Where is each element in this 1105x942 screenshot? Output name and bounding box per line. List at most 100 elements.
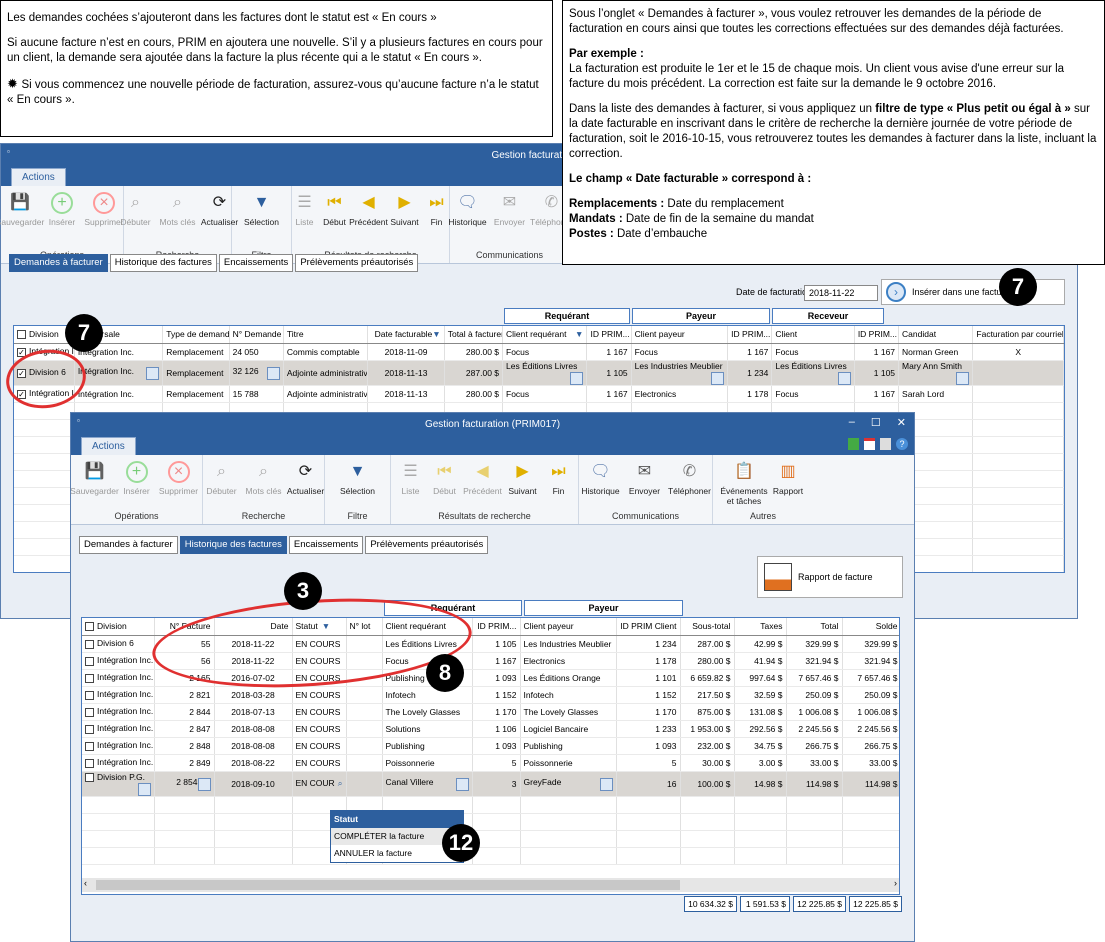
previous-button[interactable]: ◀ Précédent	[349, 192, 388, 244]
column-header[interactable]: Total à facturer	[444, 326, 504, 344]
maximize-icon[interactable]: ☐	[871, 416, 881, 429]
filter-icon[interactable]: ▼	[432, 329, 440, 339]
table-row[interactable]: Division P.G. 2 854 2018-09-10 EN COUR ⌕ Cana…	[82, 771, 899, 797]
help-icon[interactable]: ?	[896, 438, 908, 450]
row-checkbox[interactable]	[85, 690, 94, 700]
tab-requests[interactable]: Demandes à facturer	[79, 536, 178, 554]
column-header[interactable]: ID PRIM...	[586, 326, 632, 344]
tab-preauthorized[interactable]: Prélèvements préautorisés	[365, 536, 489, 554]
row-checkbox[interactable]	[85, 741, 94, 751]
column-header[interactable]: Taxes	[734, 618, 787, 636]
start-search-button[interactable]: ⌕ Débuter	[202, 461, 242, 513]
lookup-icon[interactable]	[570, 371, 584, 384]
lookup-icon[interactable]	[711, 371, 725, 384]
column-header[interactable]: Solde	[842, 618, 899, 636]
table-row[interactable]: ✓ Division 6 Intégration Inc. Remplacement 3…	[14, 360, 1064, 386]
tab-collections[interactable]: Encaissements	[288, 536, 364, 554]
lookup-icon[interactable]	[599, 777, 613, 791]
row-checkbox[interactable]	[85, 707, 94, 717]
table-row[interactable]: Intégration Inc. 2 821 2018-03-28 EN COURS I…	[82, 686, 899, 704]
delete-button[interactable]: × Supprimer	[159, 461, 199, 513]
lookup-icon[interactable]	[137, 782, 151, 796]
column-header[interactable]: Sous-total	[680, 618, 735, 636]
lookup-icon[interactable]	[266, 366, 280, 380]
column-header[interactable]: Client requérant ▼	[502, 326, 588, 344]
save-button[interactable]: 💾 Sauvegarder	[70, 461, 119, 513]
horizontal-scrollbar[interactable]: ‹ ›	[82, 878, 899, 892]
select-all-checkbox[interactable]	[85, 622, 94, 632]
minimize-icon[interactable]: –	[849, 416, 855, 429]
filter-icon[interactable]: ▼	[575, 329, 583, 339]
send-button[interactable]: ✉ Envoyer	[625, 461, 665, 513]
last-button[interactable]: ⏭ Fin	[423, 192, 451, 244]
selection-button[interactable]: ▼ Sélection	[338, 461, 378, 513]
invoice-report-button[interactable]: Rapport de facture	[757, 556, 903, 598]
report-button[interactable]: ▥ Rapport	[770, 461, 806, 513]
select-all-checkbox[interactable]	[17, 330, 26, 340]
column-header[interactable]: ID PRIM...	[727, 326, 773, 344]
lookup-icon[interactable]	[956, 371, 970, 384]
column-header[interactable]: Facturation par courriel	[972, 326, 1064, 344]
lookup-icon[interactable]	[455, 777, 469, 791]
column-header[interactable]: N° Demande	[229, 326, 284, 344]
row-checkbox[interactable]	[85, 724, 94, 734]
calendar-icon[interactable]	[864, 438, 875, 450]
column-header[interactable]: Candidat	[898, 326, 974, 344]
calculator-icon[interactable]	[848, 438, 859, 450]
last-button[interactable]: ⏭ Fin	[543, 461, 575, 513]
scroll-left-icon[interactable]: ‹	[84, 878, 87, 888]
column-header[interactable]: ID PRIM...	[854, 326, 900, 344]
billing-date-field[interactable]: 2018-11-22	[804, 285, 878, 301]
refresh-button[interactable]: ⟳ Actualiser	[286, 461, 326, 513]
keywords-button[interactable]: ⌕ Mots clés	[244, 461, 284, 513]
column-header[interactable]: Titre	[283, 326, 369, 344]
list-button[interactable]: ☰ Liste	[395, 461, 427, 513]
row-checkbox[interactable]	[85, 772, 94, 782]
first-button[interactable]: ⏮ Début	[429, 461, 461, 513]
search-icon[interactable]: ⌕	[338, 778, 343, 789]
column-header[interactable]: Type de demande	[162, 326, 230, 344]
table-row[interactable]: ✓Intégration Inc.Intégration Inc.Remplac…	[14, 385, 1064, 403]
column-header[interactable]: Division	[82, 618, 155, 636]
insert-button[interactable]: + Insérer	[42, 192, 82, 244]
tab-history[interactable]: Historique des factures	[109, 254, 217, 272]
row-checkbox[interactable]	[85, 639, 94, 649]
insert-button[interactable]: + Insérer	[117, 461, 157, 513]
tab-actions[interactable]: Actions	[11, 168, 66, 186]
send-button[interactable]: ✉ Envoyer	[490, 192, 530, 244]
table-row[interactable]: Intégration Inc. 2 847 2018-08-08 EN COURS S…	[82, 720, 899, 738]
next-button[interactable]: ▶ Suivant	[389, 192, 421, 244]
row-checkbox[interactable]	[85, 673, 94, 683]
column-header[interactable]: Date facturable ▼	[367, 326, 445, 344]
row-checkbox[interactable]	[85, 758, 94, 768]
next-button[interactable]: ▶ Suivant	[505, 461, 541, 513]
table-row[interactable]: ✓Intégration Inc.Intégration Inc.Remplac…	[14, 343, 1064, 361]
history-button[interactable]: 🗨 Historique	[579, 461, 623, 513]
list-button[interactable]: ☰ Liste	[291, 192, 319, 244]
table-row[interactable]: Intégration Inc. 2 849 2018-08-22 EN COURS P…	[82, 754, 899, 772]
column-header[interactable]: Client payeur	[631, 326, 729, 344]
tab-history[interactable]: Historique des factures	[179, 536, 287, 554]
tab-requests[interactable]: Demandes à facturer	[9, 254, 108, 272]
printer-icon[interactable]	[880, 438, 891, 450]
start-search-button[interactable]: ⌕ Débuter	[116, 192, 156, 244]
column-header[interactable]: Client payeur	[520, 618, 617, 636]
first-button[interactable]: ⏮ Début	[321, 192, 349, 244]
lookup-icon[interactable]	[146, 366, 160, 380]
column-header[interactable]: ID PRIM...	[472, 618, 521, 636]
events-tasks-button[interactable]: 📋 Événements et tâches	[720, 461, 768, 513]
scroll-right-icon[interactable]: ›	[894, 878, 897, 888]
previous-button[interactable]: ◀ Précédent	[463, 461, 503, 513]
phone-button[interactable]: ✆ Téléphoner	[667, 461, 713, 513]
tab-preauthorized[interactable]: Prélèvements préautorisés	[295, 254, 419, 272]
history-button[interactable]: 🗨 Historique	[448, 192, 488, 244]
lookup-icon[interactable]	[197, 777, 211, 791]
save-button[interactable]: 💾 Sauvegarder	[0, 192, 44, 244]
table-row[interactable]: Intégration Inc. 2 848 2018-08-08 EN COURS P…	[82, 737, 899, 755]
insert-invoice-button[interactable]: › Insérer dans une facture	[881, 279, 1065, 305]
column-header[interactable]: Total	[786, 618, 843, 636]
row-checkbox[interactable]	[85, 656, 94, 666]
column-header[interactable]: ID PRIM Client	[616, 618, 681, 636]
column-header[interactable]: Client	[771, 326, 855, 344]
tab-collections[interactable]: Encaissements	[218, 254, 294, 272]
